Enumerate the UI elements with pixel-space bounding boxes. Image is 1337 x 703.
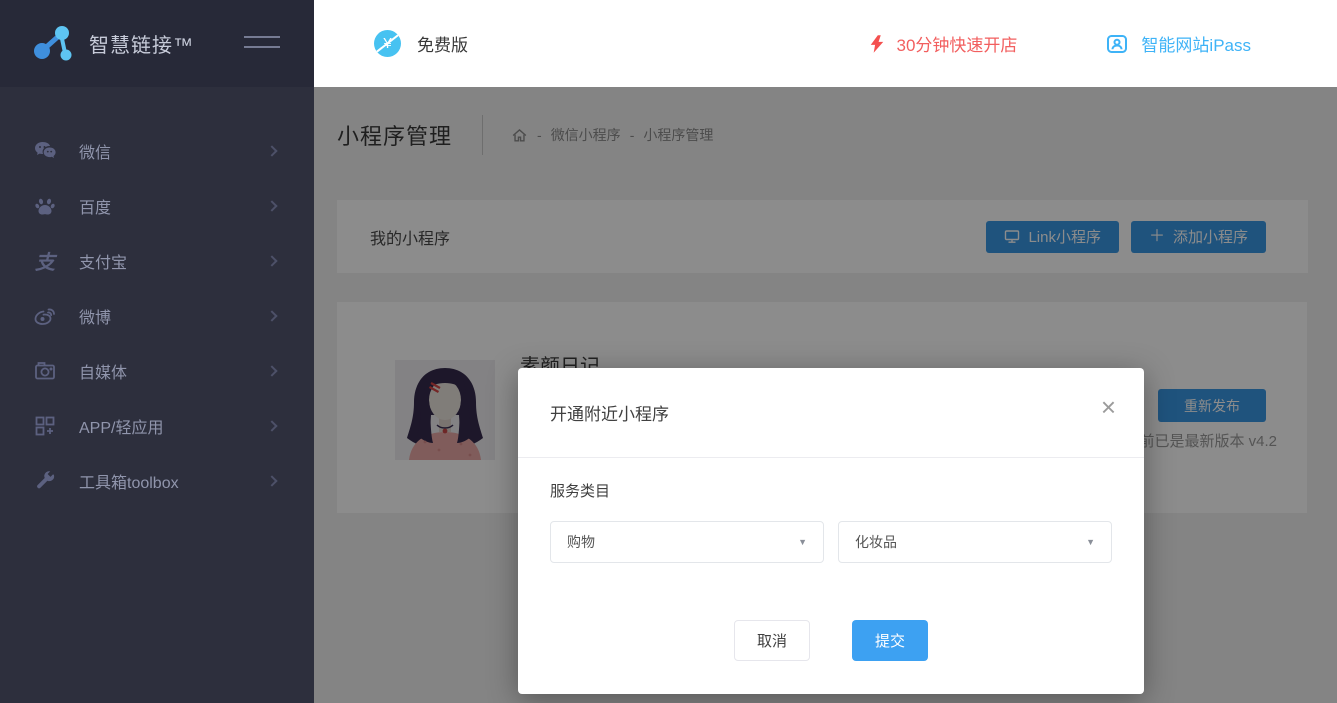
quick-shop-label: 30分钟快速开店 [897,31,1018,56]
service-category-label: 服务类目 [550,480,1112,501]
sidebar-item-alipay[interactable]: 支 支付宝 [0,233,314,288]
weibo-icon [33,304,57,328]
sidebar-item-label: 百度 [79,194,268,218]
logo-molecule-icon [33,24,77,64]
chevron-right-icon [266,255,277,266]
wechat-icon [33,139,57,163]
sidebar-item-label: 微博 [79,304,268,328]
chevron-right-icon [266,310,277,321]
dialog-title: 开通附近小程序 [550,400,669,425]
dialog-body: 服务类目 购物 ▼ 化妆品 ▼ [518,458,1144,563]
dropdown-arrow-icon: ▼ [798,537,807,547]
sidebar-item-label: 工具箱toolbox [79,469,268,493]
sidebar-item-media[interactable]: 自媒体 [0,343,314,398]
top-header: ¥ 免费版 30分钟快速开店 智能网站iPass [314,0,1337,87]
sidebar-item-app[interactable]: APP/轻应用 [0,398,314,453]
camera-icon [33,359,57,383]
free-version-icon: ¥ [374,30,401,57]
sidebar-item-weibo[interactable]: 微博 [0,288,314,343]
wrench-icon [33,469,57,493]
cancel-button[interactable]: 取消 [734,620,810,661]
sidebar-item-label: APP/轻应用 [79,414,268,438]
sidebar-item-label: 微信 [79,139,268,163]
quick-shop-link[interactable]: 30分钟快速开店 [867,31,1018,56]
dialog-header: 开通附近小程序 × [518,368,1144,458]
sidebar-item-baidu[interactable]: 百度 [0,178,314,233]
baidu-icon [33,194,57,218]
lightning-icon [867,33,887,55]
chevron-right-icon [266,200,277,211]
ipass-link[interactable]: 智能网站iPass [1105,31,1251,56]
sidebar: 智慧链接™ 微信 [0,0,314,703]
secondary-category-select[interactable]: 化妆品 ▼ [838,521,1112,563]
dropdown-arrow-icon: ▼ [1086,537,1095,547]
menu-toggle-icon[interactable] [244,36,280,56]
app-grid-icon [33,414,57,438]
primary-category-value: 购物 [567,532,798,552]
chevron-right-icon [266,145,277,156]
plan-badge[interactable]: ¥ 免费版 [374,30,468,57]
sidebar-menu: 微信 百度 支 支付宝 [0,87,314,508]
plan-label: 免费版 [417,31,468,56]
submit-button[interactable]: 提交 [852,620,928,661]
dialog-footer: 取消 提交 [518,620,1144,661]
id-card-icon [1105,32,1129,56]
chevron-right-icon [266,365,277,376]
chevron-right-icon [266,420,277,431]
alipay-icon: 支 [33,249,57,273]
category-selects: 购物 ▼ 化妆品 ▼ [550,521,1112,563]
logo-bar: 智慧链接™ [0,0,314,87]
primary-category-select[interactable]: 购物 ▼ [550,521,824,563]
secondary-category-value: 化妆品 [855,532,1086,552]
sidebar-item-label: 支付宝 [79,249,268,273]
sidebar-item-wechat[interactable]: 微信 [0,123,314,178]
sidebar-item-toolbox[interactable]: 工具箱toolbox [0,453,314,508]
close-icon[interactable]: × [1101,394,1116,420]
nearby-miniprogram-dialog: 开通附近小程序 × 服务类目 购物 ▼ 化妆品 ▼ 取消 提交 [518,368,1144,694]
chevron-right-icon [266,475,277,486]
sidebar-item-label: 自媒体 [79,359,268,383]
ipass-label: 智能网站iPass [1141,31,1251,56]
logo-text: 智慧链接™ [89,29,194,58]
